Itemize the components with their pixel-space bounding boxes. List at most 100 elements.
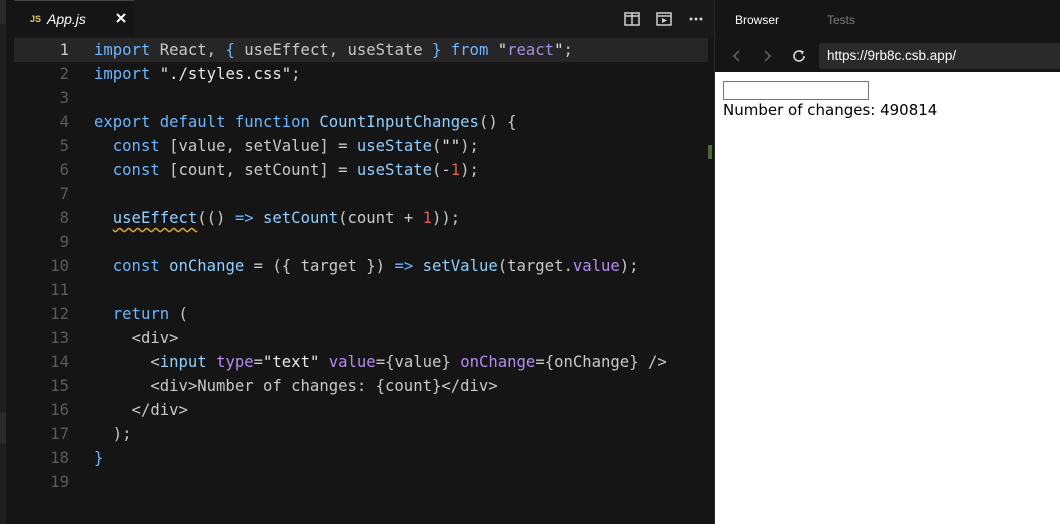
tab-tests[interactable]: Tests [827, 13, 855, 27]
back-icon[interactable] [729, 48, 745, 64]
code-line[interactable]: 12 return ( [14, 302, 714, 326]
code-line[interactable]: 14 <input type="text" value={value} onCh… [14, 350, 714, 374]
js-file-icon: JS [30, 14, 42, 24]
strip-marker [0, 0, 6, 24]
code-line[interactable]: 18} [14, 446, 714, 470]
tab-browser[interactable]: Browser [735, 13, 779, 27]
code-line[interactable]: 9 [14, 230, 714, 254]
tab-app-js[interactable]: JS App.js [14, 0, 134, 37]
code-line[interactable]: 16 </div> [14, 398, 714, 422]
line-number: 3 [59, 89, 69, 107]
code-area[interactable]: 1 import React, { useEffect, useState } f… [14, 38, 714, 524]
code-text: } [94, 446, 103, 470]
code-token: (() [197, 209, 235, 227]
code-text: return ( [94, 302, 188, 326]
code-token: } [432, 41, 442, 59]
code-line[interactable]: 4 export default function CountInputChang… [14, 110, 714, 134]
line-number: 9 [59, 233, 69, 251]
code-token: import [94, 41, 151, 59]
code-token: onChange [169, 257, 245, 275]
editor-tab-bar: JS App.js [14, 0, 714, 39]
code-token: CountInputChanges [319, 113, 479, 131]
line-number: 12 [50, 305, 69, 323]
code-token: const [112, 161, 160, 179]
more-icon[interactable] [688, 12, 704, 26]
code-token: < [94, 353, 160, 371]
code-token: => [394, 257, 414, 275]
line-number: 15 [50, 377, 69, 395]
code-text: const [value, setValue] = useState(""); [94, 134, 479, 158]
code-line[interactable]: 8 useEffect(() => setCount(count + 1)); [14, 206, 714, 230]
code-token: value [572, 257, 620, 275]
code-line[interactable]: 6 const [count, setCount] = useState(-1)… [14, 158, 714, 182]
code-token: setValue [422, 257, 498, 275]
code-line[interactable]: 7 [14, 182, 714, 206]
activity-strip [0, 0, 6, 524]
code-token: from [450, 41, 489, 59]
code-token: ( [432, 137, 442, 155]
code-token: "./styles.css" [159, 65, 292, 83]
code-text: </div> [94, 398, 188, 422]
url-bar[interactable]: https://9rb8c.csb.app/ [819, 43, 1060, 69]
forward-icon[interactable] [759, 48, 775, 64]
code-line[interactable]: 10 const onChange = ({ target }) => setV… [14, 254, 714, 278]
code-text: <div>Number of changes: {count}</div> [94, 374, 497, 398]
preview-icon[interactable] [656, 12, 672, 26]
code-text: ); [94, 422, 132, 446]
code-token: (- [432, 161, 451, 179]
code-line[interactable]: 13 <div> [14, 326, 714, 350]
code-token: react [507, 41, 555, 59]
code-text: <div> [94, 326, 179, 350]
code-token: import [94, 65, 151, 83]
browser-nav: https://9rb8c.csb.app/ [715, 40, 1060, 72]
code-editor: JS App.js 1 import React, { useEffect, us… [14, 0, 714, 524]
close-icon[interactable] [114, 11, 128, 25]
line-number: 11 [50, 281, 69, 299]
code-token: = [253, 353, 264, 371]
code-token: useState [356, 161, 432, 179]
code-token: 1 [422, 209, 433, 227]
split-view-icon[interactable] [624, 12, 640, 26]
code-token: ; [291, 65, 301, 83]
code-line[interactable]: 1 import React, { useEffect, useState } f… [14, 38, 714, 62]
code-token: onChange [460, 353, 536, 371]
line-number: 6 [59, 161, 69, 179]
code-line[interactable]: 17 ); [14, 422, 714, 446]
code-line[interactable]: 3 [14, 86, 714, 110]
code-text: import React, { useEffect, useState } fr… [94, 38, 573, 62]
code-text: import "./styles.css"; [94, 62, 301, 86]
code-line[interactable]: 15 <div>Number of changes: {count}</div> [14, 374, 714, 398]
code-token: ={onChange} /> [535, 353, 667, 371]
code-text: <input type="text" value={value} onChang… [94, 350, 667, 374]
code-token: " [497, 41, 508, 59]
code-token: )); [432, 209, 461, 227]
code-line[interactable]: 5 const [value, setValue] = useState("")… [14, 134, 714, 158]
code-token: } [94, 449, 104, 467]
refresh-icon[interactable] [791, 48, 807, 64]
code-token: ); [94, 425, 132, 443]
code-text: const onChange = ({ target }) => setValu… [94, 254, 639, 278]
text-input[interactable] [723, 81, 869, 100]
code-text: useEffect(() => setCount(count + 1)); [94, 206, 460, 230]
code-token: export [94, 113, 151, 131]
code-line[interactable]: 2 import "./styles.css"; [14, 62, 714, 86]
line-number: 8 [59, 209, 69, 227]
code-line[interactable]: 19 [14, 470, 714, 494]
code-line[interactable]: 11 [14, 278, 714, 302]
code-token: </div> [94, 401, 188, 419]
code-token: setCount [263, 209, 339, 227]
line-number: 4 [59, 113, 69, 131]
code-token: "text" [263, 353, 320, 371]
strip-marker [0, 413, 6, 443]
